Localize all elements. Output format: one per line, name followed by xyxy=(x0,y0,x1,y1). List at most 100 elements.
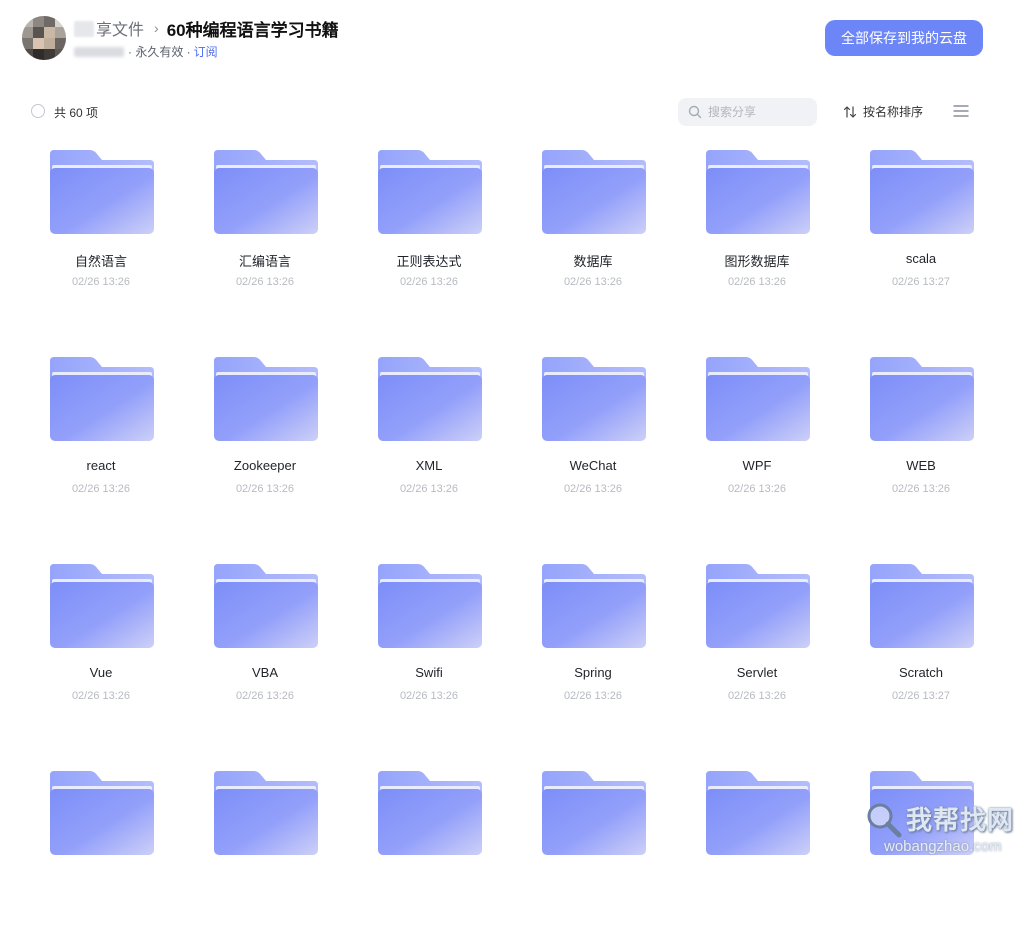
folder-item[interactable]: Spring 02/26 13:26 xyxy=(523,554,663,724)
folder-icon xyxy=(542,771,646,855)
search-input[interactable] xyxy=(708,102,808,122)
folder-name: Swifi xyxy=(415,665,443,680)
folder-icon xyxy=(378,150,482,234)
folder-date: 02/26 13:27 xyxy=(891,690,951,702)
folder-name: 正则表达式 xyxy=(396,254,462,269)
folder-icon xyxy=(50,771,154,855)
magnifier-watermark-icon xyxy=(867,803,902,838)
folder-icon xyxy=(870,150,974,234)
search-box[interactable] xyxy=(678,98,817,126)
sort-icon xyxy=(843,105,857,118)
folder-date: 02/26 13:26 xyxy=(71,690,131,702)
folder-name: 自然语言 xyxy=(74,254,127,269)
folder-name: Zookeeper xyxy=(233,458,297,473)
folder-date: 02/26 13:26 xyxy=(563,690,623,702)
watermark-text-cn: 我帮找网 xyxy=(906,805,1015,835)
folder-date: 02/26 13:27 xyxy=(891,276,951,288)
item-count: 共 60 项 xyxy=(54,106,99,120)
folder-item[interactable] xyxy=(687,761,827,931)
folder-icon xyxy=(706,357,810,441)
folder-item[interactable]: XML 02/26 13:26 xyxy=(359,347,499,517)
folder-item[interactable]: Servlet 02/26 13:26 xyxy=(687,554,827,724)
folder-item[interactable]: VBA 02/26 13:26 xyxy=(195,554,335,724)
subscribe-link[interactable]: 订阅 xyxy=(194,43,218,60)
folder-date: 02/26 13:26 xyxy=(235,276,295,288)
folder-name: XML xyxy=(415,458,443,473)
folder-item[interactable]: WeChat 02/26 13:26 xyxy=(523,347,663,517)
folder-icon xyxy=(214,771,318,855)
list-view-icon[interactable] xyxy=(953,104,969,118)
folder-item[interactable]: WPF 02/26 13:26 xyxy=(687,347,827,517)
folder-item[interactable]: WEB 02/26 13:26 xyxy=(851,347,991,517)
share-header: 享文件 › 60种编程语言学习书籍 · 永久有效 · 订阅 全部保存到我的云盘 xyxy=(0,0,1017,80)
folder-date: 02/26 13:26 xyxy=(399,276,459,288)
folder-icon xyxy=(542,357,646,441)
folder-item[interactable]: Vue 02/26 13:26 xyxy=(31,554,171,724)
folder-icon xyxy=(214,564,318,648)
watermark: 我帮找网 wobangzhao.com xyxy=(860,794,1017,864)
folder-name: WPF xyxy=(742,458,772,473)
folder-item[interactable]: Zookeeper 02/26 13:26 xyxy=(195,347,335,517)
folder-name: WEB xyxy=(906,458,936,473)
blurred-name xyxy=(74,21,94,37)
breadcrumb-root-label: 享文件 xyxy=(96,22,145,39)
folder-item[interactable]: react 02/26 13:26 xyxy=(31,347,171,517)
folder-date: 02/26 13:26 xyxy=(399,483,459,495)
avatar[interactable] xyxy=(22,16,66,60)
folder-name: 汇编语言 xyxy=(238,254,291,269)
page-title: 60种编程语言学习书籍 xyxy=(166,20,339,40)
toolbar: 共 60 项 按名称排序 xyxy=(0,96,1017,128)
folder-icon xyxy=(542,564,646,648)
folder-name: VBA xyxy=(251,665,278,680)
folder-item[interactable] xyxy=(523,761,663,931)
folder-item[interactable] xyxy=(195,761,335,931)
folder-item[interactable] xyxy=(359,761,499,931)
folder-name: Servlet xyxy=(736,665,778,680)
share-meta: · 永久有效 · 订阅 xyxy=(74,43,218,60)
folder-date: 02/26 13:26 xyxy=(71,483,131,495)
breadcrumb-separator: › xyxy=(154,20,159,36)
folder-date: 02/26 13:26 xyxy=(235,483,295,495)
folder-date: 02/26 13:26 xyxy=(727,276,787,288)
folder-name: Spring xyxy=(574,665,612,680)
folder-icon xyxy=(870,564,974,648)
folder-icon xyxy=(542,150,646,234)
folder-item[interactable]: 正则表达式 02/26 13:26 xyxy=(359,140,499,310)
folder-date: 02/26 13:26 xyxy=(563,276,623,288)
folder-name: Vue xyxy=(89,665,113,680)
folder-item[interactable]: 自然语言 02/26 13:26 xyxy=(31,140,171,310)
folder-date: 02/26 13:26 xyxy=(235,690,295,702)
folder-date: 02/26 13:26 xyxy=(727,483,787,495)
folder-name: scala xyxy=(905,251,937,266)
folder-item[interactable]: Swifi 02/26 13:26 xyxy=(359,554,499,724)
folder-item[interactable] xyxy=(31,761,171,931)
folder-icon xyxy=(706,771,810,855)
folder-name: react xyxy=(86,458,116,473)
folder-date: 02/26 13:26 xyxy=(71,276,131,288)
folder-name: WeChat xyxy=(569,458,617,473)
watermark-text-en: wobangzhao.com xyxy=(884,838,1002,855)
folder-date: 02/26 13:26 xyxy=(891,483,951,495)
folder-icon xyxy=(870,357,974,441)
avatar-image xyxy=(22,16,66,60)
folder-icon xyxy=(706,564,810,648)
breadcrumb: 享文件 › 60种编程语言学习书籍 xyxy=(74,16,339,40)
sort-label: 按名称排序 xyxy=(863,105,924,119)
folder-item[interactable]: 数据库 02/26 13:26 xyxy=(523,140,663,310)
folder-item[interactable]: Scratch 02/26 13:27 xyxy=(851,554,991,724)
folder-item[interactable]: 汇编语言 02/26 13:26 xyxy=(195,140,335,310)
folder-icon xyxy=(378,771,482,855)
save-all-button[interactable]: 全部保存到我的云盘 xyxy=(825,20,983,56)
breadcrumb-root[interactable]: 享文件 xyxy=(74,16,144,40)
sort-button[interactable]: 按名称排序 xyxy=(843,103,923,120)
select-all-checkbox[interactable] xyxy=(31,104,45,118)
folder-item[interactable]: scala 02/26 13:27 xyxy=(851,140,991,310)
folder-item[interactable]: 图形数据库 02/26 13:26 xyxy=(687,140,827,310)
folder-name: 图形数据库 xyxy=(724,254,790,269)
blurred-username xyxy=(74,46,124,57)
folder-date: 02/26 13:26 xyxy=(727,690,787,702)
folder-date: 02/26 13:26 xyxy=(399,690,459,702)
folder-icon xyxy=(378,564,482,648)
folder-icon xyxy=(706,150,810,234)
folder-icon xyxy=(50,357,154,441)
